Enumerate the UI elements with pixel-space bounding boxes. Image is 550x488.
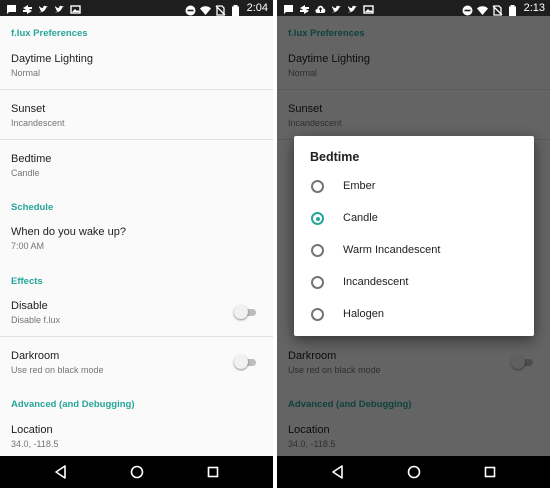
photos-icon [70,2,81,14]
pref-summary: Normal [11,68,41,78]
section-header-flux-preferences: f.lux Preferences [11,28,88,39]
pref-summary: Use red on black mode [11,365,104,375]
pref-darkroom[interactable]: Darkroom Use red on black mode [0,343,273,385]
pref-sunset[interactable]: Sunset Incandescent [0,96,273,138]
twitter-icon [38,2,49,13]
radio-button-selected[interactable] [311,212,324,225]
divider [0,139,273,140]
phone-screen-dialog: 2:13 f.lux Preferences Daytime Lighting … [277,0,550,488]
radio-button[interactable] [311,308,324,321]
twitter-icon [54,2,65,13]
divider [0,89,273,90]
radio-button[interactable] [311,244,324,257]
option-warm-incandescent[interactable]: Warm Incandescent [294,236,534,266]
twitter-icon [331,2,342,13]
home-icon[interactable] [405,463,423,481]
battery-icon [230,3,241,16]
option-label: Candle [343,212,378,224]
chat-icon [6,2,17,14]
pref-disable[interactable]: Disable Disable f.lux [0,293,273,335]
pref-title: Daytime Lighting [11,53,93,65]
pref-title: Bedtime [11,153,52,165]
section-header-effects: Effects [11,276,43,287]
toggle-thumb [234,355,248,369]
disable-toggle[interactable] [234,305,256,319]
status-bar: 2:13 [277,0,550,16]
pref-summary: Disable f.lux [11,315,61,325]
dialog-title: Bedtime [310,150,360,164]
radio-button[interactable] [311,180,324,193]
option-label: Incandescent [343,276,409,288]
option-label: Halogen [343,308,384,320]
back-icon[interactable] [52,463,70,481]
section-header-schedule: Schedule [11,202,54,213]
pref-title: Sunset [11,103,46,115]
battery-icon [507,3,518,16]
pref-title: When do you wake up? [11,226,126,238]
navigation-bar [0,456,273,488]
wifi-icon [199,3,211,15]
pref-title: Location [11,424,53,436]
pref-summary: 7:00 AM [11,241,45,251]
pref-location[interactable]: Location 34.0, -118.5 [0,417,273,455]
pref-summary: 34.0, -118.5 [11,439,59,449]
option-halogen[interactable]: Halogen [294,300,534,330]
no-sim-icon [492,3,503,16]
section-header-advanced: Advanced (and Debugging) [11,399,135,410]
pref-bedtime[interactable]: Bedtime Candle [0,146,273,188]
phone-screen-settings: 2:04 f.lux Preferences Daytime Lighting … [0,0,273,488]
recents-icon[interactable] [481,463,499,481]
pref-daytime-lighting[interactable]: Daytime Lighting Normal [0,46,273,88]
twitter-icon [347,2,358,13]
wifi-icon [476,3,488,15]
pref-summary: Incandescent [11,118,65,128]
no-sim-icon [215,3,226,16]
navigation-bar [277,456,550,488]
back-icon[interactable] [329,463,347,481]
recents-icon[interactable] [204,463,222,481]
radio-button[interactable] [311,276,324,289]
pref-title: Darkroom [11,350,60,362]
status-bar: 2:04 [0,0,273,16]
do-not-disturb-icon [462,3,473,15]
pref-title: Disable [11,300,48,312]
darkroom-toggle[interactable] [234,355,256,369]
do-not-disturb-icon [185,3,196,15]
chat-icon [283,2,294,14]
pref-wake-up[interactable]: When do you wake up? 7:00 AM [0,219,273,261]
status-time: 2:13 [523,2,545,14]
pref-summary: Candle [11,168,40,178]
option-label: Warm Incandescent [343,244,441,256]
divider [0,336,273,337]
option-ember[interactable]: Ember [294,172,534,202]
option-candle[interactable]: Candle [294,204,534,234]
cloud-upload-icon [315,2,326,13]
status-time: 2:04 [246,2,268,14]
home-icon[interactable] [128,463,146,481]
toggle-thumb [234,305,248,319]
option-incandescent[interactable]: Incandescent [294,268,534,298]
photos-icon [363,2,374,14]
sync-icon [299,2,310,14]
sync-icon [22,2,33,14]
bedtime-dialog: Bedtime Ember Candle Warm Incandescent I… [294,136,534,336]
settings-list[interactable]: f.lux Preferences Daytime Lighting Norma… [0,16,273,456]
option-label: Ember [343,180,376,192]
radio-dot [315,216,320,221]
